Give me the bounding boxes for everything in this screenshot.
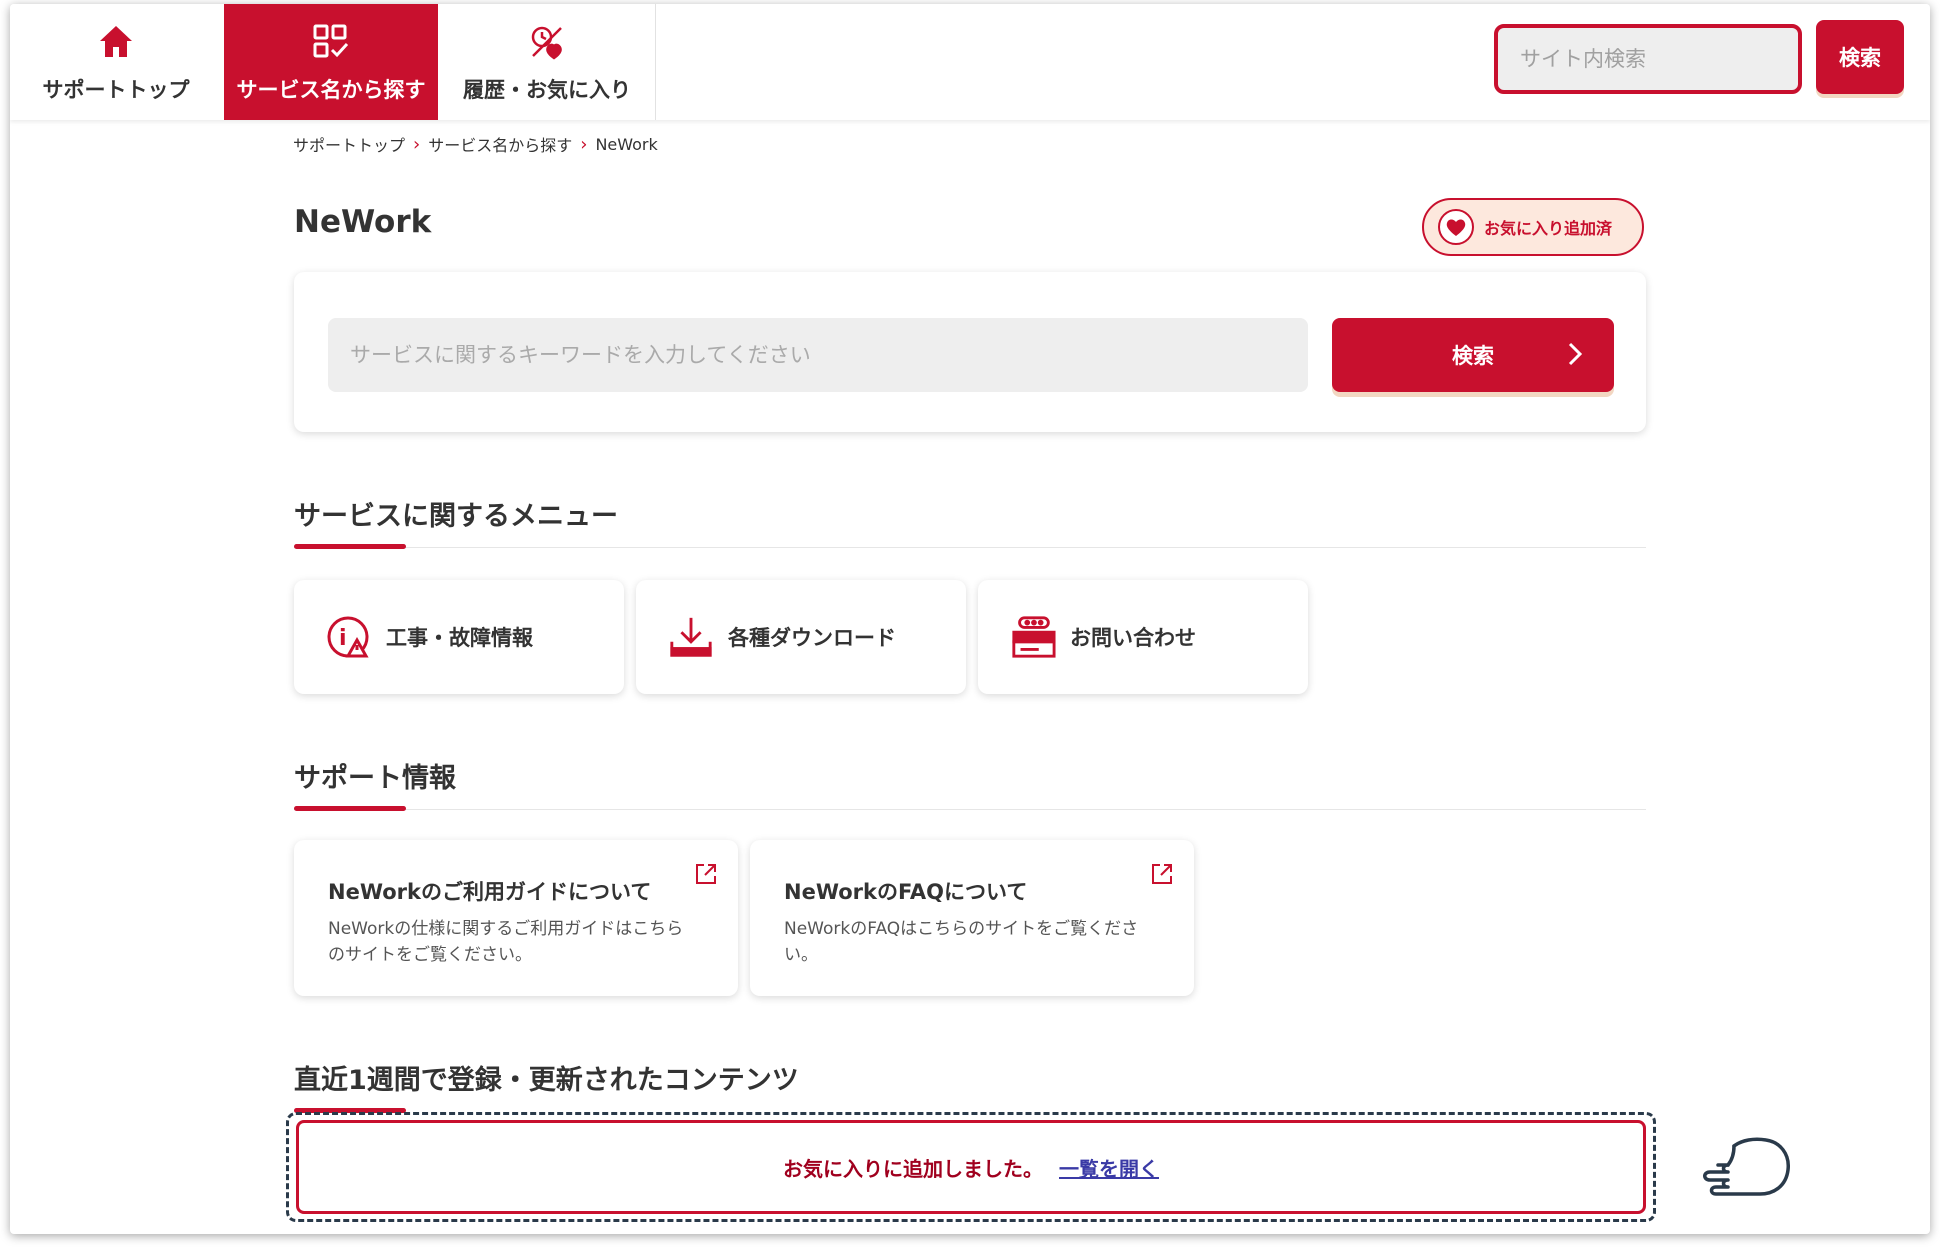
nav-label: 履歴・お気に入り — [463, 78, 631, 102]
menu-card-download[interactable]: 各種ダウンロード — [636, 580, 966, 694]
contact-icon — [1010, 614, 1056, 660]
chevron-right-icon: › — [580, 133, 588, 155]
nav-label: サービス名から探す — [236, 78, 426, 102]
section-accent-bar — [294, 544, 406, 549]
toast-message: お気に入りに追加しました。 — [783, 1156, 1043, 1181]
site-search-button[interactable]: 検索 — [1816, 20, 1904, 94]
support-card-desc: NeWorkの仕様に関するご利用ガイドはこちらのサイトをご覧ください。 — [328, 919, 684, 965]
section-divider — [294, 547, 1646, 548]
favorite-added-badge[interactable]: お気に入り追加済 — [1422, 198, 1644, 256]
browser-frame: サポートトップ サービス名から探す 履歴・お気に入り サイト内検索 検索 サポー… — [10, 4, 1930, 1234]
maintenance-info-icon: i — [326, 614, 372, 660]
page-title: NeWork — [294, 204, 432, 240]
menu-card-maintenance[interactable]: i 工事・故障情報 — [294, 580, 624, 694]
nav-support-top[interactable]: サポートトップ — [10, 4, 222, 120]
chevron-right-icon — [1566, 340, 1584, 373]
support-card-guide[interactable]: NeWorkのご利用ガイドについて NeWorkの仕様に関するご利用ガイドはこち… — [294, 840, 738, 996]
section-title-menu: サービスに関するメニュー — [294, 501, 618, 532]
home-icon — [94, 20, 138, 64]
breadcrumb-item-support-top[interactable]: サポートトップ — [293, 132, 405, 156]
menu-card-label: 各種ダウンロード — [728, 626, 896, 650]
service-search-button-label: 検索 — [1452, 344, 1494, 368]
service-grid-icon — [309, 20, 353, 64]
menu-card-label: お問い合わせ — [1070, 626, 1196, 650]
section-accent-bar — [294, 806, 406, 811]
download-icon — [668, 614, 714, 660]
heart-icon — [1438, 209, 1474, 245]
breadcrumb-item-service-search[interactable]: サービス名から探す — [428, 132, 572, 156]
external-link-icon — [1150, 862, 1174, 886]
support-card-title: NeWorkのFAQについて — [784, 880, 1028, 904]
support-card-desc: NeWorkのFAQはこちらのサイトをご覧ください。 — [784, 919, 1139, 965]
support-card-faq[interactable]: NeWorkのFAQについて NeWorkのFAQはこちらのサイトをご覧ください… — [750, 840, 1194, 996]
favorite-badge-label: お気に入り追加済 — [1484, 219, 1613, 238]
service-search-button[interactable]: 検索 — [1332, 318, 1614, 392]
section-divider — [294, 809, 1646, 810]
breadcrumb-item-current: NeWork — [595, 134, 658, 154]
service-keyword-input[interactable] — [328, 318, 1308, 392]
favorite-added-toast: お気に入りに追加しました。 一覧を開く — [296, 1120, 1646, 1214]
nav-divider — [655, 4, 656, 120]
menu-card-contact[interactable]: お問い合わせ — [978, 580, 1308, 694]
nav-service-search[interactable]: サービス名から探す — [224, 4, 438, 120]
chevron-right-icon: › — [413, 133, 421, 155]
section-title-recent: 直近1週間で登録・更新されたコンテンツ — [294, 1065, 799, 1096]
nav-history-favorite[interactable]: 履歴・お気に入り — [440, 4, 654, 120]
menu-card-label: 工事・故障情報 — [386, 626, 533, 650]
svg-text:i: i — [339, 626, 347, 651]
site-search-input[interactable] — [1494, 24, 1802, 94]
history-favorite-icon — [525, 20, 569, 64]
nav-label: サポートトップ — [42, 78, 190, 102]
section-title-support: サポート情報 — [294, 763, 456, 794]
open-list-link[interactable]: 一覧を開く — [1059, 1153, 1159, 1182]
service-search-card: 検索 — [294, 272, 1646, 432]
pointing-hand-icon — [1698, 1132, 1794, 1204]
breadcrumb: サポートトップ › サービス名から探す › NeWork — [293, 132, 658, 156]
external-link-icon — [694, 862, 718, 886]
global-header: サポートトップ サービス名から探す 履歴・お気に入り サイト内検索 検索 — [10, 4, 1930, 120]
support-card-title: NeWorkのご利用ガイドについて — [328, 880, 652, 904]
